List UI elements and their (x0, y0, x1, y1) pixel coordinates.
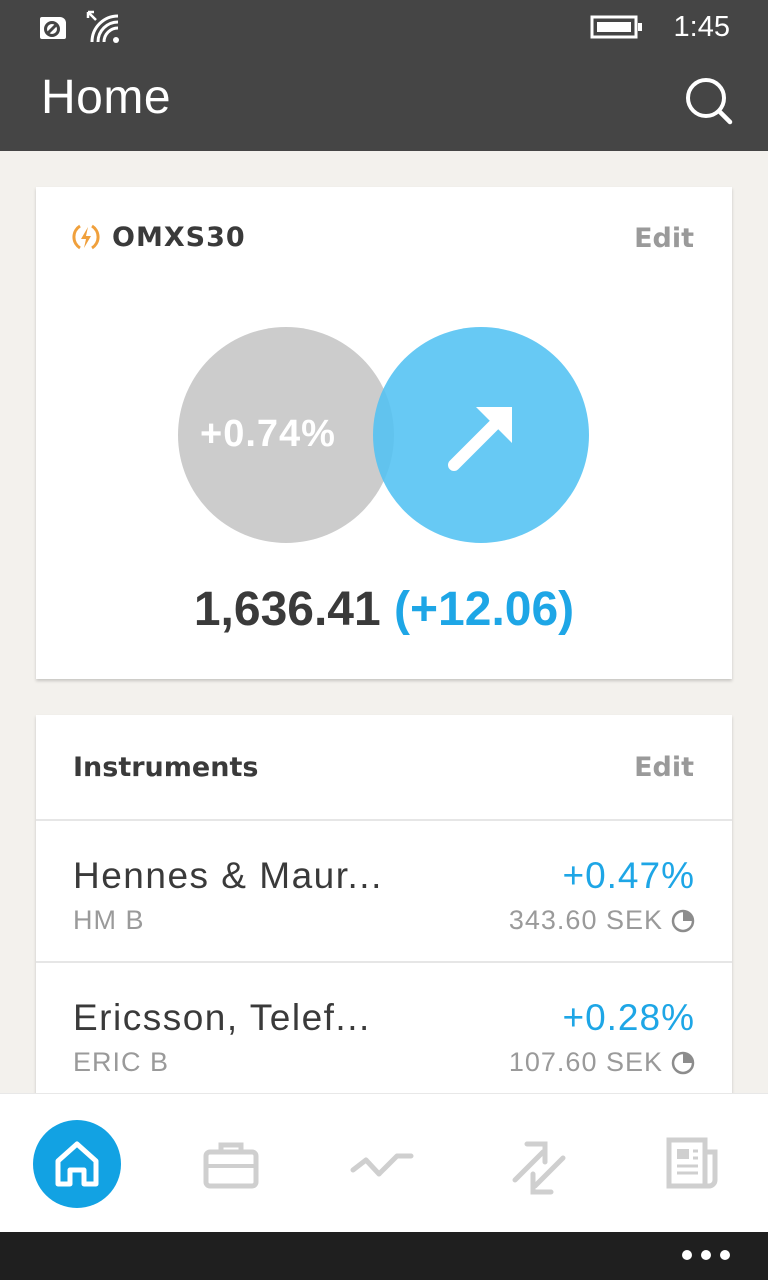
instrument-ticker: ERIC B (73, 1047, 170, 1077)
instrument-ticker: HM B (73, 905, 145, 935)
nav-home[interactable] (33, 1120, 121, 1208)
index-header: OMXS30 (70, 221, 246, 253)
instrument-price-group: 343.60 SEK (509, 905, 695, 936)
nav-markets[interactable] (339, 1120, 427, 1208)
chart-icon (350, 1153, 414, 1177)
dot-icon (720, 1250, 730, 1260)
portfolio-icon (203, 1142, 259, 1189)
nav-transfer[interactable] (495, 1120, 583, 1208)
search-icon (686, 78, 733, 125)
instrument-price: 343.60 SEK (508, 905, 663, 935)
page-title: Home (41, 71, 172, 124)
status-time: 1:45 (673, 10, 730, 43)
instrument-row[interactable]: Ericsson, Telef... ERIC B +0.28% 107.60 … (36, 963, 732, 1103)
battery-icon (590, 15, 642, 39)
nav-portfolio[interactable] (187, 1120, 275, 1208)
bottom-nav (0, 1093, 768, 1232)
transfer-icon (512, 1141, 566, 1195)
index-change-graphic: +0.74% (178, 327, 590, 545)
sync-icon (40, 17, 66, 39)
index-value: 1,636.41 (193, 583, 381, 636)
index-edit-button[interactable]: Edit (634, 223, 694, 254)
instrument-row[interactable]: Hennes & Maur... HM B +0.47% 343.60 SEK (36, 821, 732, 961)
instrument-price: 107.60 SEK (508, 1047, 663, 1077)
index-change-percent: +0.74% (200, 413, 336, 455)
more-options-button[interactable] (682, 1250, 730, 1260)
search-button[interactable] (682, 76, 734, 128)
instruments-edit-button[interactable]: Edit (634, 752, 694, 783)
status-icons-right: 1:45 (590, 10, 730, 44)
instrument-change: +0.28% (562, 997, 695, 1038)
dot-icon (682, 1250, 692, 1260)
index-value-row: 1,636.41 (+12.06) (36, 582, 732, 637)
arrow-up-right-icon (448, 407, 512, 471)
app-bar (0, 1232, 768, 1280)
top-bar: 1:45 Home (0, 0, 768, 151)
lightning-icon (72, 224, 100, 250)
news-icon (666, 1137, 718, 1189)
index-card[interactable]: OMXS30 Edit +0.74% 1,636.41 (+12.06) (36, 187, 732, 679)
home-icon (55, 1141, 99, 1187)
delayed-clock-icon (671, 909, 695, 932)
instrument-name: Ericsson, Telef... (73, 997, 371, 1038)
delayed-clock-icon (671, 1051, 695, 1074)
instruments-card: Instruments Edit Hennes & Maur... HM B +… (36, 715, 732, 1115)
status-icons-left (38, 10, 122, 44)
index-change: (+12.06) (394, 583, 575, 636)
nav-news[interactable] (649, 1120, 737, 1208)
instruments-title: Instruments (73, 752, 259, 783)
instrument-price-group: 107.60 SEK (509, 1047, 695, 1078)
wifi-icon (86, 10, 119, 43)
instrument-change: +0.47% (562, 855, 695, 896)
index-name: OMXS30 (112, 221, 246, 253)
dot-icon (701, 1250, 711, 1260)
instrument-name: Hennes & Maur... (73, 855, 383, 896)
